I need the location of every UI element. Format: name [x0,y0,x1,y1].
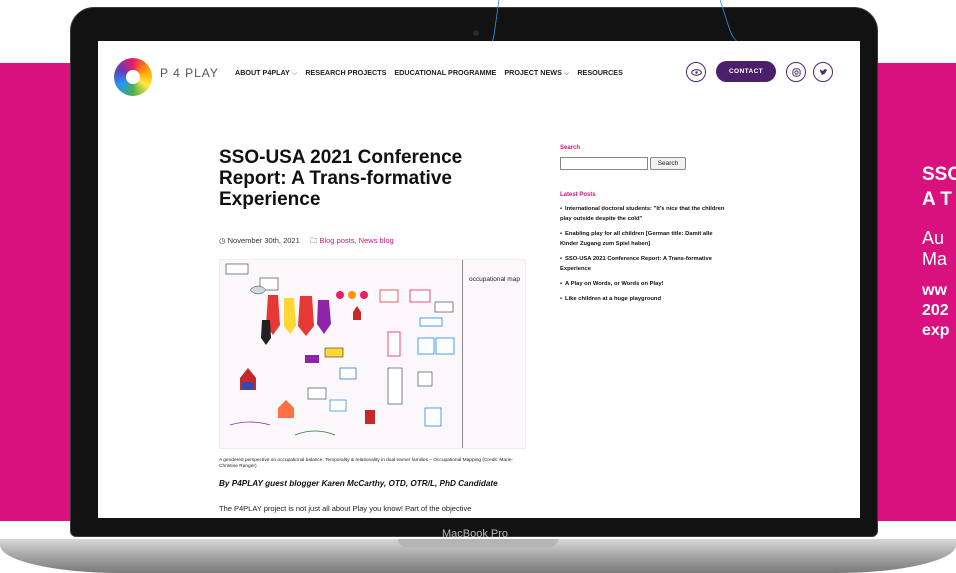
contact-button[interactable]: CONTACT [716,61,776,82]
chevron-down-icon: ⌵ [291,68,298,77]
promo-subtitle: Au Ma [922,228,947,270]
promo-subtitle-line: Au [922,228,945,248]
site-logo-icon[interactable] [114,58,152,96]
list-item[interactable]: • A Play on Words, or Words on Play! [560,279,732,289]
list-item[interactable]: • SSO-USA 2021 Conference Report: A Trans… [560,254,732,274]
promo-url-line: exp [922,322,950,339]
promo-subtitle-line: Ma [922,249,948,269]
promo-url: ww 202 exp [922,281,950,341]
latest-posts-heading: Latest Posts [560,192,596,198]
search-heading: Search [560,145,581,151]
post-byline: By P4PLAY guest blogger Karen McCarthy, … [219,479,498,488]
bullet-icon: • [560,256,563,262]
bullet-icon: • [560,206,563,212]
nav-label: RESEARCH PROJECTS [305,68,387,77]
laptop-notch [398,539,558,547]
site-name[interactable]: P 4 PLAY [160,66,219,80]
nav-item-research[interactable]: RESEARCH PROJECTS [305,68,386,78]
post-link[interactable]: Like children at a huge playground [565,296,661,302]
search-button[interactable]: Search [650,157,686,170]
nav-item-about[interactable]: ABOUT P4PLAY ⌵ [235,68,297,78]
bullet-icon: • [560,281,563,287]
bullet-icon: • [560,296,563,302]
laptop-screen: P 4 PLAY ABOUT P4PLAY ⌵ RESEARCH PROJECTS… [98,41,860,518]
post-title: SSO-USA 2021 Conference Report: A Trans-… [219,147,463,210]
post-link[interactable]: Enabling play for all children [German t… [560,231,713,247]
post-link[interactable]: A Play on Words, or Words on Play! [565,281,663,287]
post-meta: ◷ November 30th, 2021 🗀 Blog posts, News… [219,235,394,248]
promo-url-line: ww [922,282,947,299]
nav-label: ABOUT P4PLAY [235,68,290,77]
search-input[interactable] [560,157,648,170]
list-item[interactable]: • International doctoral students: "It's … [560,204,732,224]
latest-posts-list: • International doctoral students: "It's … [560,204,732,309]
figure-label: occupational map [469,276,520,283]
main-nav: ABOUT P4PLAY ⌵ RESEARCH PROJECTS EDUCATIO… [235,68,623,78]
twitter-icon[interactable] [813,62,833,82]
presentation-slide: SSO A T Au Ma ww 202 exp P 4 PLAY ABOUT … [0,0,956,573]
post-link[interactable]: International doctoral students: "It's n… [560,206,724,222]
chevron-down-icon: ⌵ [563,68,570,77]
promo-title-line: SSO [922,164,956,185]
occupational-map-image: occupational map [219,259,526,449]
folder-icon: 🗀 [309,236,318,245]
figure-divider [462,260,463,448]
figure-caption: A gendered perspective on occupational b… [219,458,514,469]
bullet-icon: • [560,231,563,237]
nav-item-news[interactable]: PROJECT NEWS ⌵ [504,68,569,78]
post-date: November 30th, 2021 [227,236,300,245]
post-intro: The P4PLAY project is not just all about… [219,504,472,513]
clock-icon: ◷ [219,236,226,245]
instagram-icon[interactable] [786,62,806,82]
list-item[interactable]: • Enabling play for all children [German … [560,229,732,249]
promo-url-line: 202 [922,302,949,319]
post-link[interactable]: SSO-USA 2021 Conference Report: A Trans-… [560,256,712,272]
nav-label: RESOURCES [577,68,623,77]
device-label: MacBook Pro [441,528,509,540]
nav-label: PROJECT NEWS [504,68,562,77]
map-drawing [225,263,455,436]
eye-icon[interactable] [686,62,706,82]
camera-dot [473,30,479,36]
post-categories[interactable]: Blog posts, News blog [319,236,393,245]
nav-item-education[interactable]: EDUCATIONAL PROGRAMME [394,68,496,78]
promo-title: SSO A T [922,162,956,212]
nav-item-resources[interactable]: RESOURCES [577,68,623,78]
nav-label: EDUCATIONAL PROGRAMME [394,68,497,77]
list-item[interactable]: • Like children at a huge playground [560,294,732,304]
promo-title-line: A T [922,189,952,210]
